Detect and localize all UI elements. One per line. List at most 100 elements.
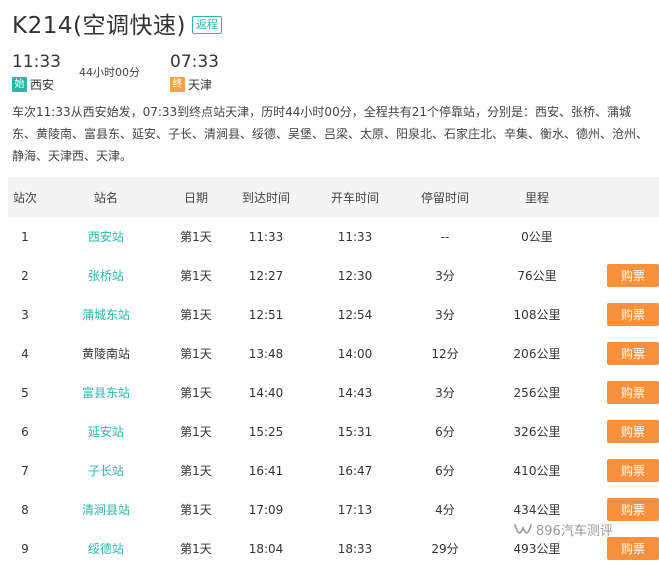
timetable-body: 1 西安站 第1天 11:33 11:33 -- 0公里 2 张桥站 第1天 12:27 12:30 3… [8, 217, 659, 565]
station-index: 6 [21, 424, 29, 439]
station-name[interactable]: 蒲城东站 [42, 306, 170, 323]
departure-time: 11:33 [12, 52, 61, 72]
buy-ticket-button[interactable]: 购票 [607, 381, 659, 404]
arrival-time-cell: 12:27 [248, 268, 284, 283]
buy-cell: 购票 [584, 537, 659, 560]
departure-time-cell: 14:00 [337, 346, 373, 361]
title-row: K214(空调快速) 返程 [12, 6, 222, 40]
header-stop: 停留时间 [420, 190, 469, 205]
departure-time-cell: 11:33 [337, 229, 373, 244]
wechat-channel-icon [514, 523, 532, 534]
station-date: 第1天 [180, 230, 212, 244]
station-index: 3 [21, 307, 29, 322]
station-date: 第1天 [180, 347, 212, 361]
buy-ticket-button[interactable]: 购票 [607, 498, 659, 521]
buy-cell: 购票 [584, 264, 659, 287]
table-row: 1 西安站 第1天 11:33 11:33 -- 0公里 [8, 217, 659, 256]
header-station: 站名 [93, 190, 118, 205]
buy-ticket-button[interactable]: 购票 [607, 264, 659, 287]
station-index: 8 [21, 502, 29, 517]
station-name[interactable]: 富县东站 [42, 384, 170, 401]
arrival-time-cell: 14:40 [248, 385, 284, 400]
station-date: 第1天 [180, 386, 212, 400]
arrival-station: 终 天津 [170, 76, 212, 93]
header-date: 日期 [183, 190, 208, 205]
station-index: 9 [21, 541, 29, 556]
stop-duration: 6分 [435, 425, 455, 439]
departure-station-name: 西安 [30, 78, 55, 92]
station-index: 5 [21, 385, 29, 400]
station-name[interactable]: 子长站 [42, 462, 170, 479]
station-name[interactable]: 延安站 [42, 423, 170, 440]
arrival-time-cell: 17:09 [248, 502, 284, 517]
departure-time-cell: 14:43 [337, 385, 373, 400]
travel-duration: 44小时00分 [79, 66, 140, 79]
departure-time-cell: 12:54 [337, 307, 373, 322]
table-row: 7 子长站 第1天 16:41 16:47 6分 410公里 购票 [8, 451, 659, 490]
buy-ticket-button[interactable]: 购票 [607, 459, 659, 482]
stop-duration: 3分 [435, 386, 455, 400]
timing-summary: 11:33 44小时00分 07:33 始 西安 终 天津 [12, 52, 242, 94]
station-name[interactable]: 西安站 [42, 228, 170, 245]
buy-cell: 购票 [584, 420, 659, 443]
arrival-time-cell: 16:41 [248, 463, 284, 478]
arrival-time-cell: 18:04 [248, 541, 284, 556]
header-index: 站次 [12, 190, 37, 205]
table-row: 6 延安站 第1天 15:25 15:31 6分 326公里 购票 [8, 412, 659, 451]
arrival-station-name: 天津 [188, 78, 213, 92]
buy-cell: 购票 [584, 459, 659, 482]
route-summary: 车次11:33从西安始发，07:33到终点站天津，历时44小时00分，全程共有2… [12, 105, 649, 163]
departure-time-cell: 18:33 [337, 541, 373, 556]
arrival-time-cell: 13:48 [248, 346, 284, 361]
buy-cell: 购票 [584, 303, 659, 326]
train-title: K214(空调快速) [12, 13, 186, 39]
station-date: 第1天 [180, 269, 212, 283]
arrival-time-cell: 15:25 [248, 424, 284, 439]
distance: 410公里 [513, 464, 561, 478]
timetable: 站次 站名 日期 到达时间 开车时间 停留时间 里程 1 西安站 第1天 11:33 1… [8, 177, 659, 565]
distance: 434公里 [513, 503, 561, 517]
buy-cell: 购票 [584, 342, 659, 365]
stop-duration: 3分 [435, 308, 455, 322]
distance: 493公里 [513, 542, 561, 556]
stop-duration: 4分 [435, 503, 455, 517]
station-name: 黄陵南站 [81, 347, 130, 361]
station-index: 2 [21, 268, 29, 283]
buy-ticket-button[interactable]: 购票 [607, 537, 659, 560]
buy-ticket-button[interactable]: 购票 [607, 303, 659, 326]
distance: 76公里 [517, 269, 557, 283]
stop-duration: -- [440, 229, 450, 244]
station-date: 第1天 [180, 503, 212, 517]
station-name[interactable]: 清涧县站 [42, 501, 170, 518]
station-name[interactable]: 绥德站 [42, 540, 170, 557]
station-date: 第1天 [180, 464, 212, 478]
departure-station: 始 西安 [12, 76, 54, 93]
distance: 326公里 [513, 425, 561, 439]
station-date: 第1天 [180, 425, 212, 439]
watermark: 896汽车测评 [514, 520, 613, 539]
buy-ticket-button[interactable]: 购票 [607, 420, 659, 443]
table-row: 5 富县东站 第1天 14:40 14:43 3分 256公里 购票 [8, 373, 659, 412]
station-index: 7 [21, 463, 29, 478]
distance: 256公里 [513, 386, 561, 400]
table-row: 4 黄陵南站 第1天 13:48 14:00 12分 206公里 购票 [8, 334, 659, 373]
header-arrival: 到达时间 [241, 190, 290, 205]
distance: 108公里 [513, 308, 561, 322]
arrival-time-cell: 11:33 [248, 229, 284, 244]
buy-cell: 购票 [584, 381, 659, 404]
departure-time-cell: 15:31 [337, 424, 373, 439]
buy-cell: 购票 [584, 498, 659, 521]
end-tag: 终 [170, 77, 185, 92]
station-date: 第1天 [180, 308, 212, 322]
return-trip-button[interactable]: 返程 [191, 16, 222, 34]
stop-duration: 12分 [431, 347, 459, 361]
distance: 0公里 [521, 230, 553, 244]
distance: 206公里 [513, 347, 561, 361]
timetable-header: 站次 站名 日期 到达时间 开车时间 停留时间 里程 [8, 177, 659, 217]
buy-ticket-button[interactable]: 购票 [607, 342, 659, 365]
arrival-time: 07:33 [170, 52, 219, 72]
station-name[interactable]: 张桥站 [42, 267, 170, 284]
departure-time-cell: 12:30 [337, 268, 373, 283]
header-departure: 开车时间 [330, 190, 379, 205]
station-date: 第1天 [180, 542, 212, 556]
